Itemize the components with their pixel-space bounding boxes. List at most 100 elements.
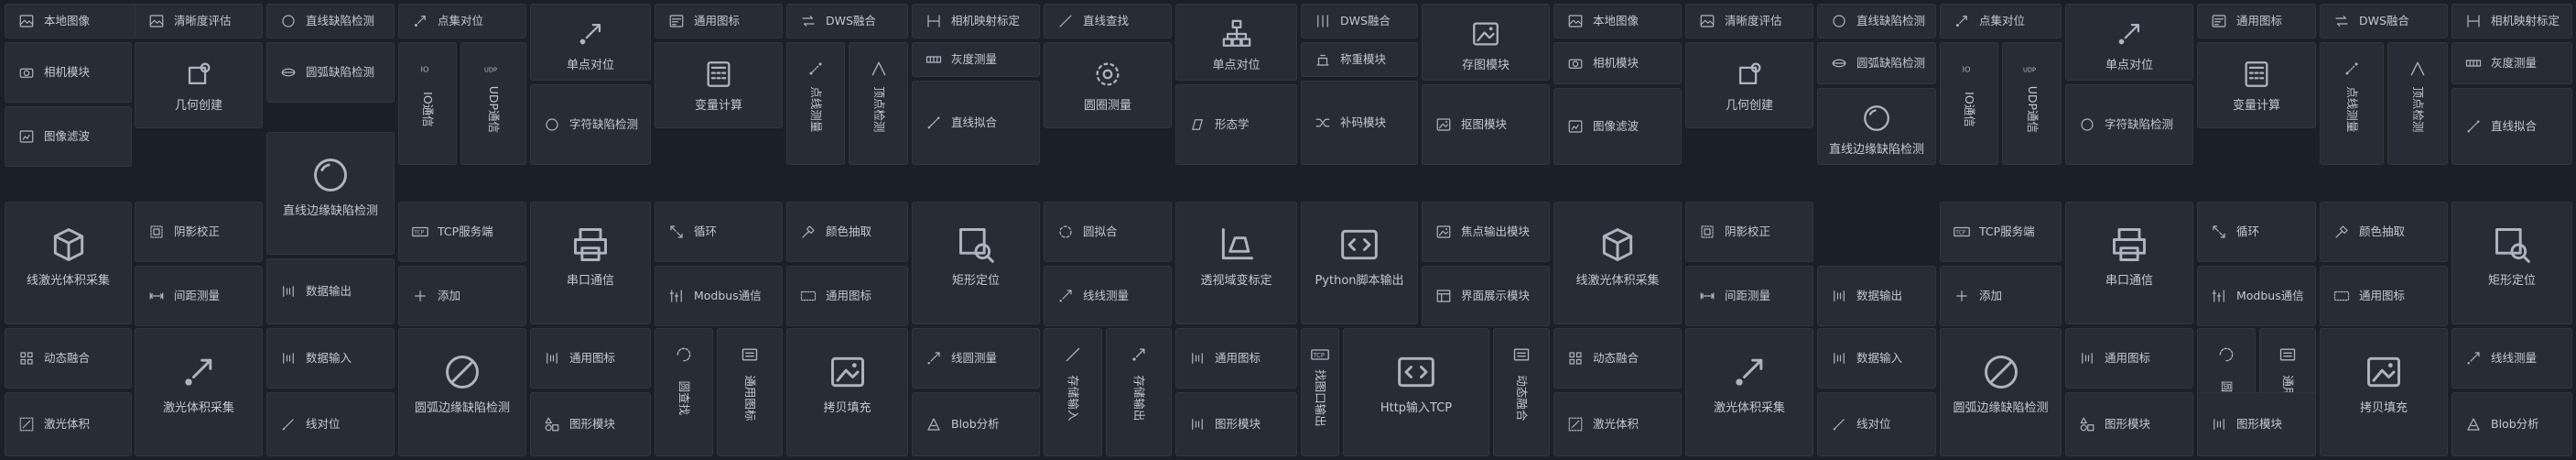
module-tile-char-defect-detect-2[interactable]: 字符缺陷检测 [2065, 84, 2193, 165]
module-tile-arc-edge-defect-2[interactable]: 圆弧边缘缺陷检测 [1940, 328, 2062, 456]
module-tile-add[interactable]: 添加 [398, 266, 526, 326]
module-tile-line-edge-defect-2[interactable]: 直线边缘缺陷检测 [1817, 88, 1936, 165]
module-tile-laser-volume-collect[interactable]: 线激光体积采集 [5, 202, 132, 324]
module-tile-graph-module[interactable]: 图形模块 [1175, 392, 1297, 456]
module-tile-general-chart-4[interactable]: 通用图标 [2320, 266, 2448, 326]
module-tile-circle-fit[interactable]: 圆拟合 [1044, 202, 1172, 262]
module-tile-gray-measure[interactable]: 灰度测量 [912, 42, 1040, 77]
module-tile-udp-comm[interactable]: UDP UDP通信 [460, 42, 526, 165]
module-tile-camera-module-2[interactable]: 相机模块 [1553, 42, 1682, 84]
module-tile-general-chart-5[interactable]: 通用图标 [530, 328, 651, 389]
module-tile-general-chart-8[interactable]: 通用图标 [2065, 328, 2193, 389]
module-tile-loop-2[interactable]: 循环 [2197, 202, 2316, 262]
module-tile-weigh-module[interactable]: 称重模块 [1301, 42, 1418, 77]
module-tile-add-2[interactable]: 添加 [1940, 266, 2062, 326]
module-tile-laser-volume[interactable]: 激光体积 [5, 392, 132, 456]
module-tile-tcp-input[interactable]: TCP 找图口输出 [1301, 328, 1339, 456]
module-tile-spacing-measure[interactable]: 间距测量 [135, 266, 263, 326]
module-tile-single-point-align-2[interactable]: 单点对位 [1175, 4, 1297, 81]
module-tile-general-chart-6[interactable]: 通用图标 [717, 328, 783, 456]
module-tile-io-comm-2[interactable]: IO IO通信 [1940, 42, 1998, 165]
module-tile-dot-measure[interactable]: 点线测量 [786, 42, 845, 165]
module-tile-morphology[interactable]: 形态学 [1175, 84, 1297, 165]
module-tile-single-point-align[interactable]: 单点对位 [530, 4, 651, 81]
module-tile-line-defect-detect-2[interactable]: 直线缺陷检测 [1817, 4, 1936, 38]
module-tile-spacing-measure-2[interactable]: 间距测量 [1685, 266, 1813, 326]
module-tile-shadow-correct-2[interactable]: 阴影校正 [1685, 202, 1813, 262]
module-tile-shadow-correct[interactable]: 阴影校正 [135, 202, 263, 262]
module-tile-laser-volume-collect-2[interactable]: 线激光体积采集 [1553, 202, 1682, 324]
module-tile-general-chart-7[interactable]: 通用图标 [1175, 328, 1297, 389]
module-tile-modbus-comm[interactable]: Modbus通信 [655, 266, 783, 326]
module-tile-loop[interactable]: 循环 [655, 202, 783, 262]
module-tile-dynamic-fusion-v[interactable]: 动态融合 [1493, 328, 1550, 456]
module-tile-image-filter[interactable]: 图像滤波 [5, 106, 132, 167]
module-tile-local-image-2[interactable]: 本地图像 [1553, 4, 1682, 38]
module-tile-python-script[interactable]: Python脚本输出 [1301, 202, 1418, 324]
module-tile-point-align[interactable]: 点集对位 [398, 4, 526, 38]
module-tile-geometry-create[interactable]: 几何创建 [135, 42, 263, 128]
module-tile-io-comm[interactable]: IO IO通信 [398, 42, 457, 165]
module-tile-local-image[interactable]: 本地图像 [5, 4, 140, 38]
module-tile-shape-module[interactable]: 图形模块 [530, 392, 651, 456]
module-tile-circle-find[interactable]: 圆查找 [655, 328, 713, 456]
module-tile-general-chart-3[interactable]: 通用图标 [786, 266, 908, 326]
module-tile-single-point-align-3[interactable]: 单点对位 [2065, 4, 2193, 81]
module-tile-dws-fusion-3[interactable]: DWS融合 [2320, 4, 2448, 38]
module-tile-variable-calc[interactable]: 变量计算 [655, 42, 783, 128]
module-tile-data-output[interactable]: 数据输出 [266, 258, 395, 324]
module-tile-laser-volume-2[interactable]: 激光体积 [1553, 392, 1682, 456]
module-tile-line-measure-3[interactable]: 线线测量 [2452, 328, 2572, 389]
module-tile-circle-defect-detect-2[interactable]: 圆弧缺陷检测 [1817, 42, 1936, 84]
module-tile-vertex-check-2[interactable]: 顶点检测 [2387, 42, 2448, 165]
module-tile-general-chart[interactable]: 通用图标 [655, 4, 783, 38]
module-tile-dynamic-fusion-2[interactable]: 动态融合 [1553, 328, 1682, 389]
module-tile-blob-analysis[interactable]: Blob分析 [912, 392, 1040, 456]
module-tile-line-edge-defect[interactable]: 直线边缘缺陷检测 [266, 132, 395, 255]
module-tile-vertex-check[interactable]: 顶点检测 [849, 42, 908, 165]
module-tile-store-image[interactable]: 存图模块 [1422, 4, 1550, 81]
module-tile-copy-fill[interactable]: 拷贝填充 [786, 328, 908, 456]
module-tile-circle-measure[interactable]: 圆圈测量 [1044, 42, 1172, 128]
module-tile-save-image[interactable]: 抠图模块 [1422, 84, 1550, 165]
module-tile-serial-comm-2[interactable]: 串口通信 [2065, 202, 2193, 324]
module-tile-udp-comm-2[interactable]: UDP UDP通信 [2002, 42, 2062, 165]
module-tile-line-align-2[interactable]: 线对位 [1817, 392, 1936, 456]
module-tile-perspective-calib[interactable]: 透视域变标定 [1175, 202, 1297, 324]
module-tile-store-input[interactable]: 存储输入 [1044, 328, 1102, 456]
module-tile-sharpness-eval[interactable]: 清晰度评估 [135, 4, 263, 38]
module-tile-image-filter-2[interactable]: 图像滤波 [1553, 88, 1682, 165]
module-tile-dws-fusion-2[interactable]: DWS融合 [1301, 4, 1418, 38]
module-tile-line-find[interactable]: 直线查找 [1044, 4, 1172, 38]
module-tile-blob-analysis-2[interactable]: Blob分析 [2452, 392, 2572, 456]
module-tile-complement-module[interactable]: 补码模块 [1301, 81, 1418, 165]
module-tile-copy-fill-2[interactable]: 拷贝填充 [2320, 328, 2448, 456]
module-tile-char-defect-detect[interactable]: 字符缺陷检测 [530, 84, 651, 165]
module-tile-gray-measure-2[interactable]: 灰度测量 [2452, 42, 2572, 84]
module-tile-camera-map-calib[interactable]: 相机映射标定 [912, 4, 1040, 38]
module-tile-http-tcp-input[interactable]: Http输入TCP [1343, 328, 1489, 456]
module-tile-geometry-create-2[interactable]: 几何创建 [1685, 42, 1813, 128]
module-tile-variable-calc-2[interactable]: 变量计算 [2197, 42, 2316, 128]
module-tile-line-defect-detect[interactable]: 直线缺陷检测 [266, 4, 395, 38]
module-tile-circle-defect-detect[interactable]: 圆弧缺陷检测 [266, 42, 395, 103]
module-tile-point-align-2[interactable]: 点集对位 [1940, 4, 2062, 38]
module-tile-camera-map-calib-2[interactable]: 相机映射标定 [2452, 4, 2572, 38]
module-tile-tcp-server-2[interactable]: TCP TCP服务端 [1940, 202, 2062, 262]
module-tile-modbus-comm-2[interactable]: Modbus通信 [2197, 266, 2316, 326]
module-tile-store-output[interactable]: 存储输出 [1106, 328, 1172, 456]
module-tile-data-input[interactable]: 数据输入 [266, 328, 395, 389]
module-tile-rect-locate-2[interactable]: 矩形定位 [2452, 202, 2572, 324]
module-tile-graph-module-2[interactable]: 图形模块 [2197, 392, 2316, 456]
module-tile-rect-locate[interactable]: 矩形定位 [912, 202, 1040, 324]
module-tile-focus-output[interactable]: 焦点输出模块 [1422, 202, 1550, 262]
module-tile-line-measure-2[interactable]: 线圆测量 [912, 328, 1040, 389]
module-tile-laser-volume-collect-4[interactable]: 激光体积采集 [1685, 328, 1813, 456]
module-tile-camera-module[interactable]: 相机模块 [5, 42, 132, 103]
module-tile-color-extract[interactable]: 颜色抽取 [786, 202, 908, 262]
module-tile-line-measure[interactable]: 线线测量 [1044, 266, 1172, 326]
module-tile-color-extract-2[interactable]: 颜色抽取 [2320, 202, 2448, 262]
module-tile-line-align[interactable]: 线对位 [266, 392, 395, 456]
module-tile-data-input-2[interactable]: 数据输入 [1817, 328, 1936, 389]
module-tile-serial-comm[interactable]: 串口通信 [530, 202, 651, 324]
